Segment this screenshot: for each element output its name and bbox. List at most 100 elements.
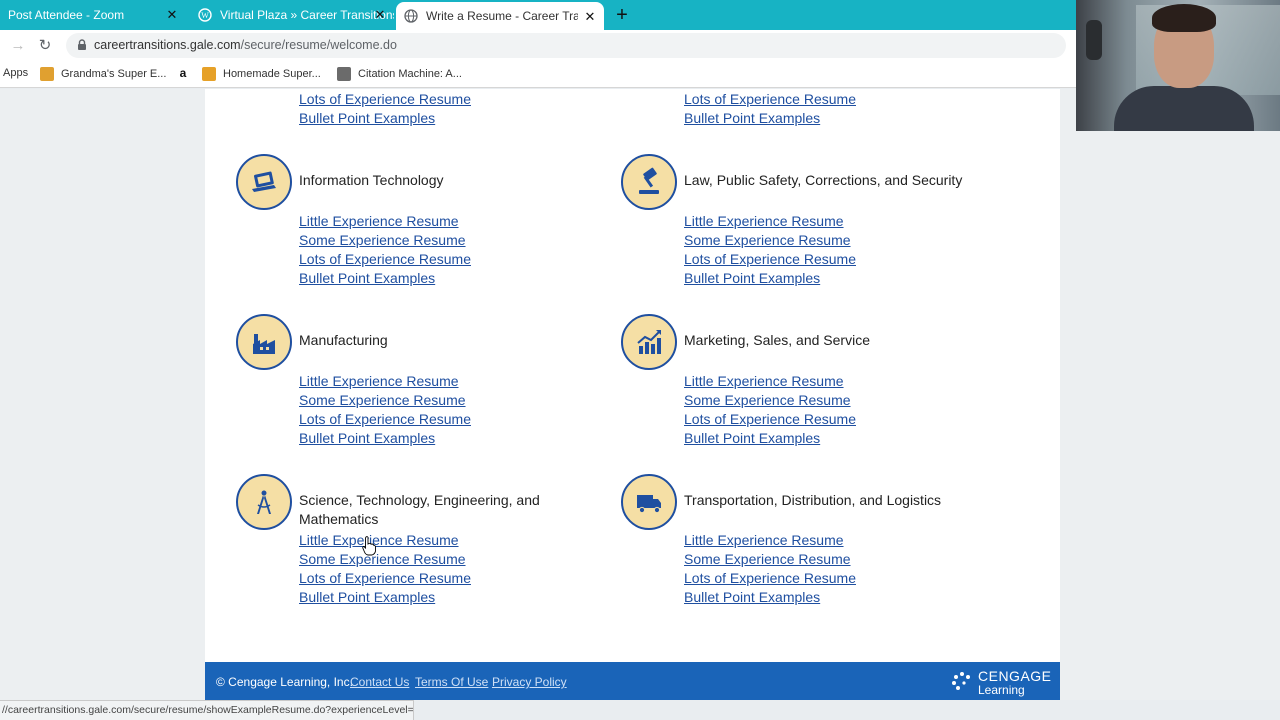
lots-experience-link[interactable]: Lots of Experience Resume — [299, 90, 471, 109]
some-experience-link[interactable]: Some Experience Resume — [299, 231, 471, 250]
webcam-video-overlay — [1076, 0, 1280, 131]
lots-experience-link[interactable]: Lots of Experience Resume — [684, 410, 856, 429]
resume-category-list: Lots of Experience Resume Bullet Point E… — [205, 89, 1060, 663]
webcam-person-body — [1114, 86, 1254, 131]
little-experience-link[interactable]: Little Experience Resume — [299, 212, 471, 231]
compass-icon — [236, 474, 292, 530]
bullet-point-link[interactable]: Bullet Point Examples — [299, 269, 471, 288]
site-footer: © Cengage Learning, Inc. Contact Us Term… — [205, 662, 1060, 700]
little-experience-link[interactable]: Little Experience Resume — [299, 531, 471, 550]
little-experience-link[interactable]: Little Experience Resume — [684, 531, 856, 550]
laptop-icon — [236, 154, 292, 210]
some-experience-link[interactable]: Some Experience Resume — [299, 550, 471, 569]
link-group-manufacturing: Little Experience Resume Some Experience… — [299, 372, 471, 448]
copyright-text: © Cengage Learning, Inc. — [216, 675, 353, 689]
tab-title: Virtual Plaza » Career Transitions — [220, 8, 394, 22]
little-experience-link[interactable]: Little Experience Resume — [299, 372, 471, 391]
category-title-line2: Mathematics — [299, 511, 379, 527]
close-icon[interactable]: ✕ — [582, 9, 598, 25]
some-experience-link[interactable]: Some Experience Resume — [299, 391, 471, 410]
tab-write-resume[interactable]: Write a Resume - Career Transiti ✕ — [396, 2, 604, 30]
category-title: Law, Public Safety, Corrections, and Sec… — [684, 172, 963, 188]
little-experience-link[interactable]: Little Experience Resume — [684, 212, 856, 231]
close-icon[interactable]: ✕ — [372, 7, 388, 23]
tab-virtual-plaza[interactable]: W Virtual Plaza » Career Transitions ✕ — [190, 0, 394, 30]
tab-title: Write a Resume - Career Transiti — [426, 9, 578, 23]
bullet-point-link[interactable]: Bullet Point Examples — [299, 429, 471, 448]
link-group-stem: Little Experience Resume Some Experience… — [299, 531, 471, 607]
tab-zoom[interactable]: Post Attendee - Zoom ✕ — [0, 0, 186, 30]
bookmark-homemade[interactable]: Homemade Super... — [202, 67, 321, 81]
page-viewport: Lots of Experience Resume Bullet Point E… — [0, 89, 1280, 700]
link-group-marketing: Little Experience Resume Some Experience… — [684, 372, 856, 448]
category-title: Transportation, Distribution, and Logist… — [684, 492, 942, 508]
terms-of-use-link[interactable]: Terms Of Use — [415, 675, 488, 689]
cengage-mark-icon — [952, 672, 970, 690]
url-host: careertransitions.gale.com — [94, 38, 241, 52]
bullet-point-link[interactable]: Bullet Point Examples — [684, 588, 856, 607]
category-title: Marketing, Sales, and Service — [684, 332, 870, 348]
lots-experience-link[interactable]: Lots of Experience Resume — [684, 569, 856, 588]
link-group-transportation: Little Experience Resume Some Experience… — [684, 531, 856, 607]
link-group-partial-left: Lots of Experience Resume Bullet Point E… — [299, 90, 471, 128]
bookmark-label: Homemade Super... — [223, 68, 321, 80]
globe-icon — [404, 9, 418, 23]
url-text: careertransitions.gale.com/secure/resume… — [94, 38, 397, 52]
bookmark-label: Apps — [3, 67, 29, 79]
some-experience-link[interactable]: Some Experience Resume — [684, 231, 856, 250]
bullet-point-link[interactable]: Bullet Point Examples — [684, 269, 856, 288]
reload-icon[interactable]: ↻ — [35, 36, 55, 56]
link-status-bar: //careertransitions.gale.com/secure/resu… — [0, 700, 414, 720]
bookmark-favicon-icon — [337, 67, 351, 81]
lots-experience-link[interactable]: Lots of Experience Resume — [299, 569, 471, 588]
lots-experience-link[interactable]: Lots of Experience Resume — [299, 410, 471, 429]
lots-experience-link[interactable]: Lots of Experience Resume — [684, 90, 856, 109]
brand-name: CENGAGE — [978, 668, 1052, 684]
bookmark-grandmas[interactable]: Grandma's Super E... — [40, 67, 166, 81]
lock-icon — [78, 39, 86, 50]
url-path: /secure/resume/welcome.do — [240, 38, 397, 52]
factory-icon — [236, 314, 292, 370]
bookmark-apps[interactable]: Apps — [3, 67, 28, 79]
link-group-law: Little Experience Resume Some Experience… — [684, 212, 856, 288]
category-title: Manufacturing — [299, 332, 388, 348]
amazon-icon: a — [176, 67, 190, 81]
bullet-point-link[interactable]: Bullet Point Examples — [684, 429, 856, 448]
webcam-lamp — [1086, 20, 1102, 60]
bookmark-favicon-icon — [202, 67, 216, 81]
contact-us-link[interactable]: Contact Us — [350, 675, 409, 689]
link-group-partial-right: Lots of Experience Resume Bullet Point E… — [684, 90, 856, 128]
close-icon[interactable]: ✕ — [164, 7, 180, 23]
brand-subtitle: Learning — [978, 683, 1025, 697]
some-experience-link[interactable]: Some Experience Resume — [684, 391, 856, 410]
svg-text:W: W — [201, 11, 209, 20]
gavel-icon — [621, 154, 677, 210]
link-group-it: Little Experience Resume Some Experience… — [299, 212, 471, 288]
bullet-point-link[interactable]: Bullet Point Examples — [684, 109, 856, 128]
cengage-logo[interactable]: CENGAGE Learning — [950, 667, 1052, 699]
forward-icon[interactable]: → — [8, 36, 28, 56]
privacy-policy-link[interactable]: Privacy Policy — [492, 675, 567, 689]
growth-chart-icon — [621, 314, 677, 370]
bullet-point-link[interactable]: Bullet Point Examples — [299, 109, 471, 128]
category-title-line1: Science, Technology, Engineering, and — [299, 492, 540, 508]
lots-experience-link[interactable]: Lots of Experience Resume — [684, 250, 856, 269]
new-tab-button[interactable]: + — [612, 5, 632, 25]
truck-icon — [621, 474, 677, 530]
tab-title: Post Attendee - Zoom — [8, 8, 125, 22]
bookmark-amazon[interactable]: a — [176, 67, 197, 81]
some-experience-link[interactable]: Some Experience Resume — [684, 550, 856, 569]
bookmark-label: Grandma's Super E... — [61, 68, 167, 80]
category-title: Information Technology — [299, 172, 444, 188]
wordpress-icon: W — [198, 8, 212, 22]
webcam-person-hair — [1152, 4, 1216, 32]
url-field[interactable]: careertransitions.gale.com/secure/resume… — [66, 33, 1066, 58]
bookmark-citation[interactable]: Citation Machine: A... — [337, 67, 462, 81]
bookmark-label: Citation Machine: A... — [358, 68, 462, 80]
bookmark-favicon-icon — [40, 67, 54, 81]
hand-cursor-icon — [362, 536, 376, 556]
category-title: Science, Technology, Engineering, and Ma… — [299, 491, 540, 529]
bullet-point-link[interactable]: Bullet Point Examples — [299, 588, 471, 607]
lots-experience-link[interactable]: Lots of Experience Resume — [299, 250, 471, 269]
little-experience-link[interactable]: Little Experience Resume — [684, 372, 856, 391]
